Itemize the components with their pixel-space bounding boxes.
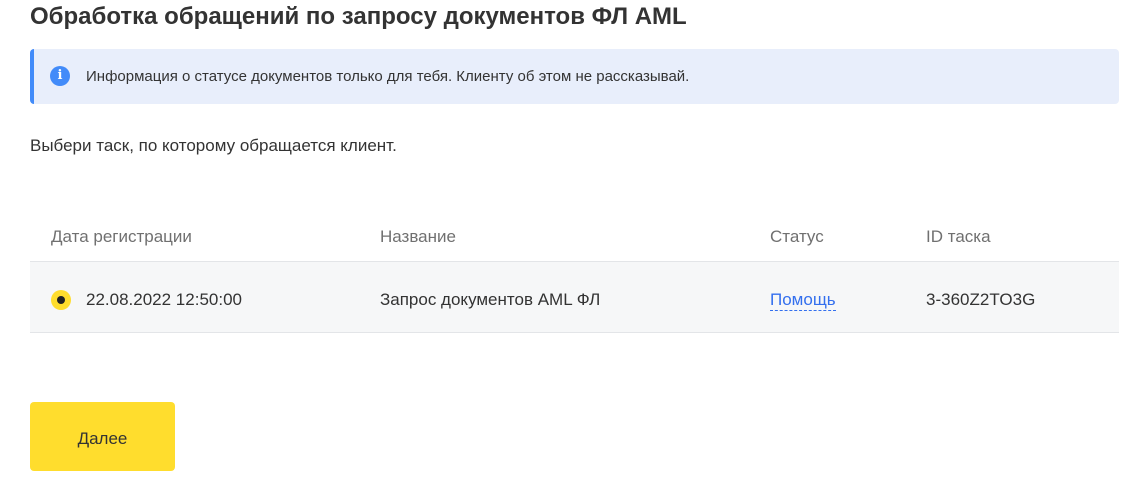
cell-task-id: 3-360Z2TO3G <box>926 290 1036 309</box>
cell-registration-date: 22.08.2022 12:50:00 <box>86 290 242 309</box>
table-row[interactable]: 22.08.2022 12:50:00 Запрос документов AM… <box>30 261 1119 333</box>
info-banner-text: Информация о статусе документов только д… <box>86 68 690 85</box>
next-button[interactable]: Далее <box>30 402 175 471</box>
task-radio-selected[interactable] <box>51 290 71 310</box>
task-select-prompt: Выбери таск, по которому обращается клие… <box>30 136 397 155</box>
column-header-registration-date: Дата регистрации <box>51 227 192 246</box>
info-icon: i <box>50 66 70 86</box>
column-header-name: Название <box>380 227 456 246</box>
task-table: Дата регистрации Название Статус ID таск… <box>30 210 1119 333</box>
status-link[interactable]: Помощь <box>770 290 836 311</box>
info-banner: i Информация о статусе документов только… <box>30 49 1119 104</box>
page-title: Обработка обращений по запросу документо… <box>30 3 687 30</box>
cell-status: Помощь <box>770 262 836 332</box>
radio-dot-icon <box>57 296 65 304</box>
table-header: Дата регистрации Название Статус ID таск… <box>30 210 1119 261</box>
column-header-task-id: ID таска <box>926 227 991 246</box>
column-header-status: Статус <box>770 227 824 246</box>
cell-task-name: Запрос документов AML ФЛ <box>380 290 601 309</box>
